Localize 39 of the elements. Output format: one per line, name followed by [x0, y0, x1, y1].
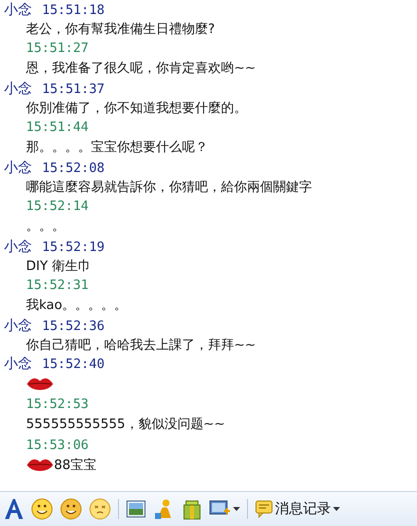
message-text: 88宝宝 — [54, 457, 97, 474]
smiley-button[interactable] — [31, 498, 53, 520]
message-text: 555555555555，貌似没问题~~ — [26, 416, 226, 433]
sender-name: 小念 — [4, 80, 32, 98]
message-time: 15:52:53 — [26, 396, 90, 413]
message-text: 哪能這麼容易就告訴你，你猜吧，給你兩個關鍵字 — [26, 179, 312, 196]
message-time: 15:51:44 — [26, 118, 90, 136]
message-time: 15:53:06 — [26, 436, 90, 454]
sender-name: 小念 — [4, 1, 32, 19]
dizzy-face-button[interactable] — [89, 498, 111, 520]
message-time: 15:51:18 — [42, 2, 105, 18]
message-time: 15:52:40 — [42, 356, 105, 372]
message-time: 15:52:14 — [26, 198, 90, 215]
message-text: 恩，我准备了很久呢，你肯定喜欢哟~~ — [26, 60, 256, 77]
message-text: 你別准備了，你不知道我想要什麼的。 — [26, 100, 247, 117]
message-time: 15:52:08 — [42, 160, 105, 176]
image-button[interactable] — [126, 499, 146, 519]
message-history-button[interactable]: 消息记录 — [255, 500, 340, 518]
message-text: 你自己猜吧，哈哈我去上課了，拜拜~~ — [26, 337, 256, 354]
sender-name: 小念 — [4, 238, 32, 256]
message-text: 老公，你有幫我准備生日禮物麼? — [26, 21, 215, 38]
caret-icon — [333, 507, 340, 511]
message-text: 我kao。。。。。 — [26, 297, 128, 314]
font-button[interactable] — [4, 498, 24, 520]
message-time: 15:52:36 — [42, 318, 105, 334]
emoticon-button[interactable] — [60, 498, 82, 520]
message-time: 15:52:31 — [26, 276, 90, 294]
message-text: DIY 衛生巾 — [26, 258, 91, 275]
message-time: 15:52:19 — [42, 240, 105, 254]
message-text: 那。。。。宝宝你想要什么呢？ — [26, 139, 208, 156]
caret-icon — [233, 507, 240, 511]
gift-button[interactable] — [182, 498, 202, 520]
message-time: 15:51:37 — [42, 82, 105, 96]
sender-name: 小念 — [4, 355, 32, 373]
sender-name: 小念 — [4, 317, 32, 335]
sender-name: 小念 — [4, 159, 32, 177]
message-time: 15:51:27 — [26, 40, 90, 57]
chat-bubble-icon — [255, 500, 273, 518]
message-text: 。。。 — [26, 218, 65, 235]
